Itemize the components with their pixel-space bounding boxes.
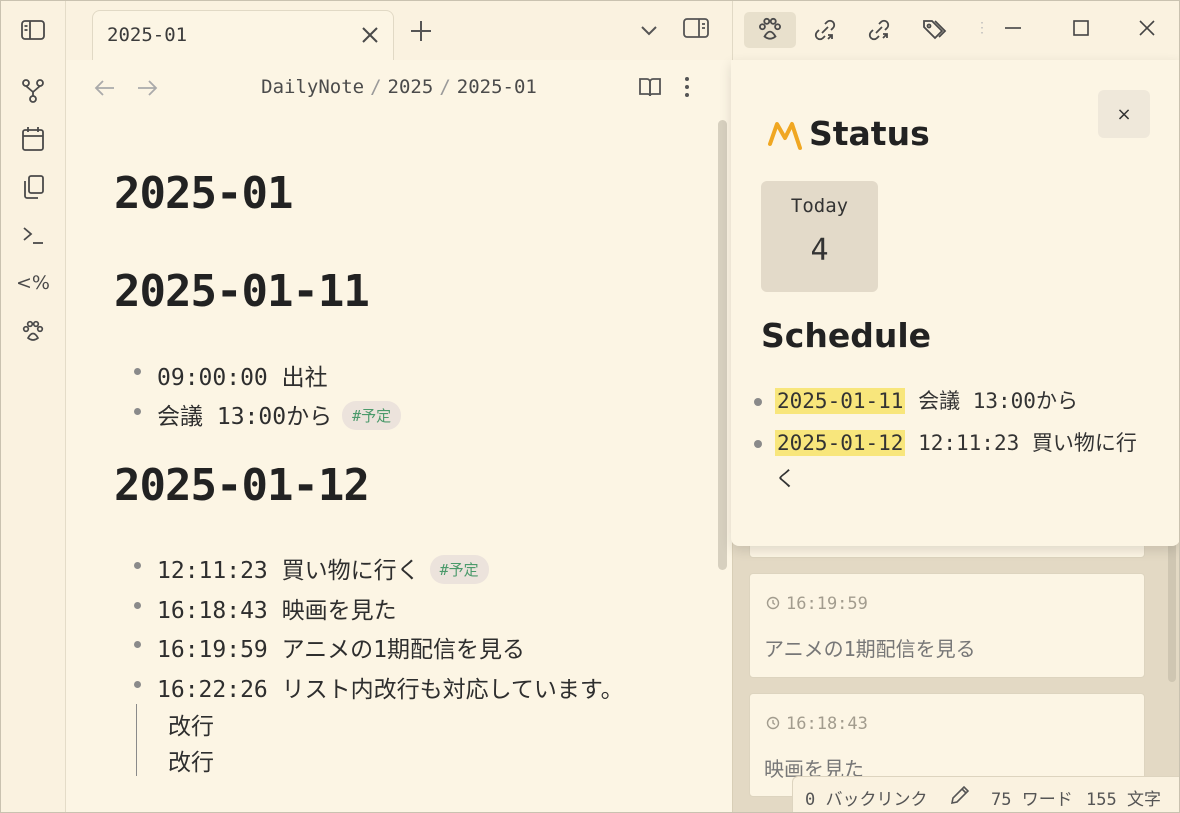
list-bullet [754, 398, 762, 406]
list-bullet [134, 368, 141, 375]
close-popup-button[interactable]: × [1098, 90, 1150, 138]
more-options-icon[interactable] [682, 75, 692, 99]
list-item[interactable]: 16:22:26 リスト内改行も対応しています。 [157, 670, 624, 704]
schedule-heading: Schedule [761, 316, 932, 355]
graph-view-icon[interactable] [19, 77, 47, 105]
tag-badge[interactable]: #予定 [342, 401, 402, 430]
backlinks-icon[interactable] [799, 12, 851, 48]
popup-title: Status [809, 114, 930, 153]
clock-icon [766, 715, 780, 735]
char-count: 155 文字 [1086, 790, 1161, 810]
breadcrumb-separator: / [439, 76, 451, 98]
copy-files-icon[interactable] [19, 173, 47, 201]
stat-label: Today [790, 195, 849, 217]
outgoing-links-icon[interactable] [853, 12, 905, 48]
continuation-line[interactable]: 改行 [168, 743, 214, 777]
word-count: 75 ワード [991, 790, 1073, 810]
chevron-down-icon[interactable] [638, 20, 660, 42]
card-timestamp: 16:18:43 [766, 714, 868, 735]
list-item[interactable]: 12:11:23 買い物に行く #予定 [157, 551, 489, 585]
minimize-window-icon[interactable] [1003, 18, 1023, 38]
list-bullet [134, 681, 141, 688]
list-bullet [134, 602, 141, 609]
schedule-item[interactable]: 2025-01-11 会議 13:00から [775, 383, 1155, 419]
note-editor[interactable]: 2025-01 2025-01-11 09:00:00 出社 会議 13:00か… [66, 116, 732, 813]
new-tab-icon[interactable] [408, 18, 434, 44]
close-window-icon[interactable] [1137, 18, 1157, 38]
logo-icon [767, 118, 805, 156]
date-highlight[interactable]: 2025-01-12 [775, 430, 906, 456]
paw-icon[interactable] [19, 318, 47, 346]
section-heading: 2025-01-12 [114, 460, 370, 511]
schedule-item[interactable]: 2025-01-12 12:11:23 買い物に行く [775, 425, 1155, 497]
editor-scrollbar[interactable] [718, 120, 727, 570]
book-open-icon[interactable] [638, 75, 662, 99]
card-timestamp: 16:19:59 [766, 594, 868, 615]
list-item[interactable]: 09:00:00 出社 [157, 358, 328, 392]
pencil-icon[interactable] [949, 784, 971, 811]
view-header: DailyNote/2025/2025-01 [66, 60, 732, 116]
tab-2025-01[interactable]: 2025-01 [92, 10, 394, 60]
breadcrumb-separator: / [370, 76, 382, 98]
drag-handle-icon[interactable]: ⋮ [975, 20, 989, 36]
maximize-window-icon[interactable] [1071, 18, 1091, 38]
stat-value: 4 [810, 233, 829, 268]
breadcrumb-year[interactable]: 2025 [388, 76, 434, 98]
date-highlight[interactable]: 2025-01-11 [775, 388, 906, 414]
list-bullet [134, 562, 141, 569]
tags-icon[interactable] [909, 12, 961, 48]
templater-icon[interactable]: <% [16, 269, 50, 297]
toggle-left-sidebar-icon[interactable] [19, 16, 47, 44]
status-popup: × Status Today 4 Schedule 2025-01-11 会議 … [731, 60, 1180, 546]
stat-card: Today 4 [761, 181, 878, 292]
timeline-card[interactable]: 16:19:59 アニメの1期配信を見る [749, 573, 1145, 678]
breadcrumb: DailyNote/2025/2025-01 [66, 76, 732, 98]
tab-bar: 2025-01 [66, 0, 732, 60]
paw-view-icon[interactable] [744, 12, 796, 48]
calendar-icon[interactable] [19, 125, 47, 153]
card-text: アニメの1期配信を見る [764, 637, 976, 661]
list-item[interactable]: 16:18:43 映画を見た [157, 591, 397, 625]
clock-icon [766, 595, 780, 615]
tab-title: 2025-01 [107, 24, 188, 46]
breadcrumb-root[interactable]: DailyNote [261, 76, 364, 98]
list-bullet [134, 408, 141, 415]
right-sidebar-header: ⋮ [732, 0, 1180, 60]
indent-guide [136, 704, 137, 776]
left-ribbon: <% [0, 0, 66, 813]
status-bar: 0 バックリンク 75 ワード 155 文字 [792, 776, 1180, 813]
note-title: 2025-01 [114, 168, 293, 219]
list-bullet [134, 641, 141, 648]
breadcrumb-month[interactable]: 2025-01 [457, 76, 537, 98]
list-item[interactable]: 会議 13:00から #予定 [157, 397, 402, 431]
close-tab-icon[interactable] [359, 24, 381, 46]
section-heading: 2025-01-11 [114, 266, 370, 317]
backlinks-count[interactable]: 0 バックリンク [805, 785, 927, 810]
list-item[interactable]: 16:19:59 アニメの1期配信を見る [157, 630, 525, 664]
continuation-line[interactable]: 改行 [168, 707, 214, 741]
terminal-icon[interactable] [19, 221, 47, 249]
toggle-right-sidebar-icon[interactable] [682, 16, 710, 40]
list-bullet [754, 440, 762, 448]
tag-badge[interactable]: #予定 [429, 555, 489, 584]
